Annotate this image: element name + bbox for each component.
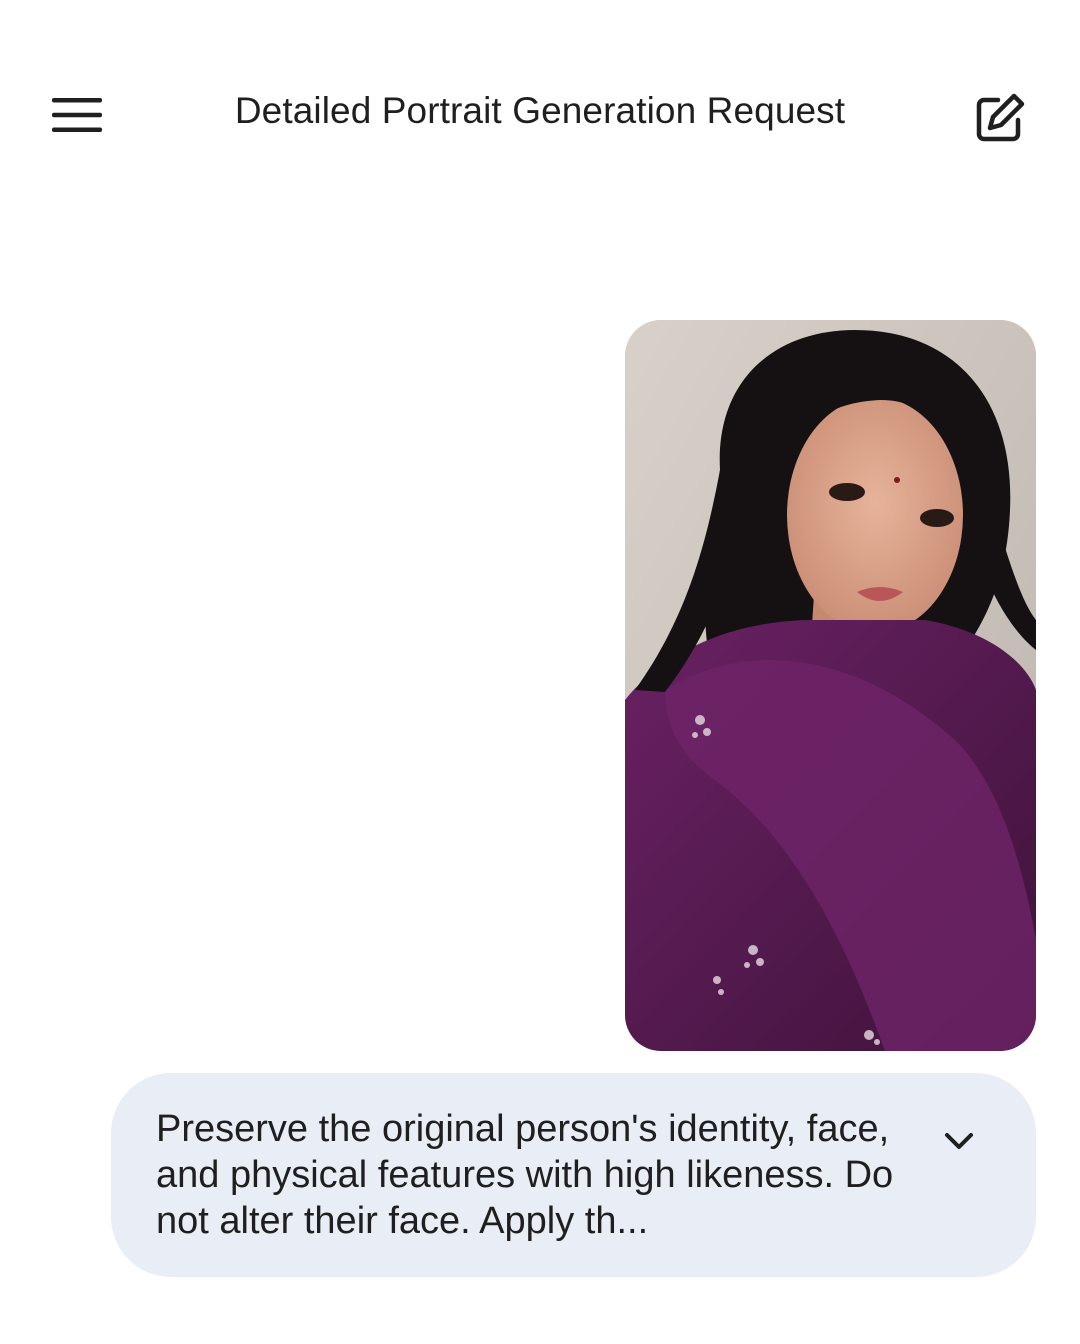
new-chat-button[interactable] xyxy=(960,78,1040,158)
new-chat-edit-icon xyxy=(976,93,1025,142)
expand-prompt-button[interactable] xyxy=(937,1119,981,1163)
menu-button[interactable] xyxy=(40,78,114,152)
portrait-photo xyxy=(625,320,1036,1051)
chevron-down-icon xyxy=(945,1133,973,1149)
conversation-title: Detailed Portrait Generation Request xyxy=(234,90,846,131)
menu-icon xyxy=(52,98,102,132)
attached-portrait-image[interactable] xyxy=(625,320,1036,1051)
prompt-text: Preserve the original person's identity,… xyxy=(156,1108,894,1242)
chat-screen: Detailed Portrait Generation Request Pre… xyxy=(0,0,1080,1344)
top-app-bar: Detailed Portrait Generation Request xyxy=(0,60,1080,170)
user-prompt-bubble[interactable]: Preserve the original person's identity,… xyxy=(111,1073,1036,1277)
